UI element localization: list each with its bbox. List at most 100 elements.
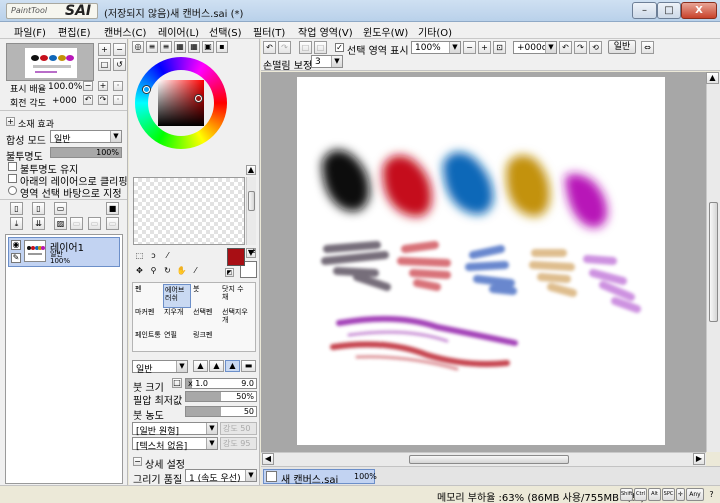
quality-select[interactable]: 1 (속도 우선) ▼ xyxy=(185,469,257,484)
menu-workspace[interactable]: 작업 영역(V) xyxy=(298,24,353,39)
scratchpad[interactable] xyxy=(133,177,245,245)
brush-edge-flat-icon[interactable]: ▬ xyxy=(241,360,256,372)
collapse-icon[interactable]: − xyxy=(133,457,142,466)
menu-other[interactable]: 기타(O) xyxy=(418,24,452,39)
delete-layer-icon[interactable]: ▭ xyxy=(70,217,83,230)
menu-filter[interactable]: 필터(T) xyxy=(253,24,285,39)
new-layer-icon[interactable]: ▯ xyxy=(10,202,23,215)
eye-icon[interactable]: ◉ xyxy=(11,240,21,250)
canvas-vertical-scrollbar[interactable] xyxy=(706,72,720,452)
navigator-preview[interactable] xyxy=(6,43,94,81)
transfer-down-icon[interactable]: ⤓ xyxy=(10,217,23,230)
hue-marker[interactable] xyxy=(143,86,150,93)
menu-edit[interactable]: 편집(E) xyxy=(58,24,91,39)
scratchpad-scrollbar-thumb[interactable] xyxy=(248,191,255,211)
mixer-tab-icon[interactable]: ▦ xyxy=(174,41,186,53)
tool-pencil[interactable]: 연필 xyxy=(163,330,191,354)
scratchpad-tab-icon[interactable]: ▣ xyxy=(202,41,214,53)
tool-bucket[interactable]: 페인트통 xyxy=(134,330,162,354)
brush-edge-selected-icon[interactable]: ▲ xyxy=(225,360,240,372)
navigator-fit-icon[interactable]: □ xyxy=(98,58,111,71)
rotate-cw-icon[interactable]: ↷ xyxy=(574,41,587,54)
expand-icon[interactable]: + xyxy=(6,117,15,126)
tab-icon[interactable]: ▪ xyxy=(216,41,228,53)
canvas-blend-button[interactable]: 일반 xyxy=(608,40,636,54)
flip-horizontal-icon[interactable]: ⇔ xyxy=(641,41,654,54)
duplicate-layer-icon[interactable]: ▭ xyxy=(88,217,101,230)
close-button[interactable]: X xyxy=(681,2,717,19)
zoom-up-icon[interactable]: + xyxy=(98,81,108,91)
clear-layer-icon[interactable]: ▨ xyxy=(54,217,67,230)
magic-wand-icon[interactable]: ⁄ xyxy=(161,250,174,263)
color-picker-marker[interactable] xyxy=(195,95,202,102)
clipping-checkbox[interactable] xyxy=(8,174,17,183)
lock-layer-icon[interactable]: ▭ xyxy=(106,217,119,230)
scroll-up-icon[interactable]: ▲ xyxy=(706,72,719,84)
density-slider[interactable]: 50 xyxy=(185,406,257,417)
hsv-slider-tab-icon[interactable]: ≡ xyxy=(160,41,172,53)
selection-source-radio[interactable] xyxy=(8,186,17,195)
rotate-reset-icon[interactable]: · xyxy=(113,95,123,105)
layer-row[interactable]: ◉ ✎ 레이어1 일반 100% xyxy=(8,237,120,267)
rotate-left-icon[interactable]: ↶ xyxy=(83,95,93,105)
scroll-left-icon[interactable]: ◀ xyxy=(262,453,274,465)
brush-blend-select[interactable]: 일반 ▼ xyxy=(132,360,188,375)
minimize-button[interactable]: – xyxy=(632,2,657,19)
color-wheel-tab-icon[interactable]: ◎ xyxy=(132,41,144,53)
tool-marker[interactable]: 마커펜 xyxy=(134,307,162,331)
rotate-right-icon[interactable]: ↷ xyxy=(98,95,108,105)
rotate-value[interactable]: +000 xyxy=(52,96,77,106)
opacity-slider[interactable]: 100% xyxy=(50,147,122,158)
tool-airbrush[interactable]: 에어브러쉬 xyxy=(163,284,191,308)
color-wheel[interactable] xyxy=(135,57,227,149)
layer-mask-icon[interactable]: ■ xyxy=(106,202,119,215)
brush-size-mode-icon[interactable]: □ xyxy=(172,378,182,388)
zoom-reset-icon[interactable]: · xyxy=(113,81,123,91)
rgb-slider-tab-icon[interactable]: ≡ xyxy=(146,41,158,53)
brush-texture-amount[interactable]: 강도 95 xyxy=(220,437,257,450)
keep-opacity-checkbox[interactable] xyxy=(8,162,17,171)
eyedropper-icon[interactable]: ⁄ xyxy=(189,265,202,278)
move-icon[interactable]: ✥ xyxy=(133,265,146,278)
canvas-vertical-scrollbar-thumb[interactable] xyxy=(709,202,718,322)
menu-file[interactable]: 파일(F) xyxy=(14,24,46,39)
min-size-slider[interactable]: 50% xyxy=(185,391,257,402)
deselect-icon[interactable]: □ xyxy=(299,41,312,54)
swatch-tab-icon[interactable]: ▦ xyxy=(188,41,200,53)
menu-layer[interactable]: 레이어(L) xyxy=(158,24,199,39)
undo-icon[interactable]: ↶ xyxy=(263,41,276,54)
brush-shape-amount[interactable]: 강도 50 xyxy=(220,422,257,435)
redo-icon[interactable]: ↷ xyxy=(278,41,291,54)
hand-icon[interactable]: ✋ xyxy=(175,265,188,278)
tool-pen[interactable]: 펜 xyxy=(134,284,162,308)
zoom-out-icon[interactable]: − xyxy=(463,41,476,54)
stabilizer-select[interactable]: 3 ▼ xyxy=(311,55,343,68)
tool-link-pen[interactable]: 링크펜 xyxy=(192,330,220,354)
show-selection-checkbox[interactable]: ✓ xyxy=(335,43,344,52)
rect-select-icon[interactable]: ⬚ xyxy=(133,250,146,263)
swap-colors-icon[interactable]: ⇄ xyxy=(247,248,257,258)
brush-edge-hard-icon[interactable]: ▲ xyxy=(193,360,208,372)
scroll-right-icon[interactable]: ▶ xyxy=(693,453,705,465)
navigator-zoom-out-icon[interactable]: − xyxy=(113,43,126,56)
rotate-reset-icon[interactable]: ⟲ xyxy=(589,41,602,54)
canvas-zoom-select[interactable]: 100% ▼ xyxy=(411,41,461,54)
tool-eraser[interactable]: 지우개 xyxy=(163,307,191,331)
zoom-in-icon[interactable]: + xyxy=(478,41,491,54)
tool-select-pen[interactable]: 선택펜 xyxy=(192,307,220,331)
document-tab[interactable]: 새 캔버스.sai 100% xyxy=(263,469,377,486)
transparent-color-icon[interactable]: ◩ xyxy=(225,268,234,277)
zoom-value[interactable]: 100.0% xyxy=(48,82,82,92)
brush-texture-select[interactable]: [텍스처 없음] ▼ xyxy=(132,437,218,452)
zoom-reset-icon[interactable]: ⊡ xyxy=(493,41,506,54)
tool-select-eraser[interactable]: 선택지우개 xyxy=(221,307,249,331)
rotate-ccw-icon[interactable]: ↶ xyxy=(559,41,572,54)
canvas[interactable] xyxy=(297,77,665,445)
primary-color-swatch[interactable] xyxy=(227,248,245,266)
merge-down-icon[interactable]: ⇊ xyxy=(32,217,45,230)
navigator-reset-icon[interactable]: ↺ xyxy=(113,58,126,71)
navigator-zoom-in-icon[interactable]: + xyxy=(98,43,111,56)
maximize-button[interactable]: □ xyxy=(657,2,681,19)
blend-mode-select[interactable]: 일반 ▼ xyxy=(50,130,122,145)
zoom-down-icon[interactable]: − xyxy=(83,81,93,91)
